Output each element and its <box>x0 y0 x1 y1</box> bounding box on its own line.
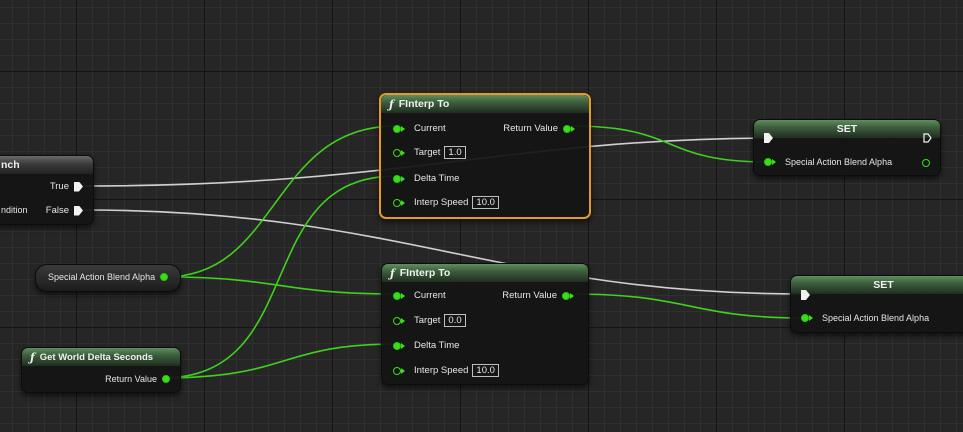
finterp-top-return-label: Return Value <box>503 123 558 134</box>
finterp-bottom-target-input[interactable]: 0.0 <box>444 314 466 327</box>
exec-pin-icon[interactable] <box>74 181 83 192</box>
branch-title: nch <box>1 159 20 171</box>
finterp-top-header: ƒ FInterp To <box>381 95 589 113</box>
wire-var-to-bottom-current <box>164 276 397 295</box>
float-pin-icon[interactable] <box>160 273 169 281</box>
delta-return-row: Return Value <box>105 374 170 384</box>
finterp-bottom-target-row: Target 0.0 <box>393 314 466 327</box>
finterp-top-current-label: Current <box>414 123 446 134</box>
finterp-bottom-title: FInterp To <box>399 267 451 279</box>
wire-delta-to-bottom-delta <box>161 343 397 379</box>
finterp-top-delta-row: Delta Time <box>393 173 459 184</box>
float-pin-icon[interactable] <box>393 341 401 350</box>
delta-header: ƒ Get World Delta Seconds <box>22 348 180 366</box>
finterp-bottom-speed-input[interactable]: 10.0 <box>472 364 499 377</box>
set-bottom-node[interactable]: SET Special Action Blend Alpha <box>790 275 963 333</box>
set-top-header: SET <box>754 120 940 138</box>
float-pin-icon[interactable] <box>393 366 401 375</box>
delta-title: Get World Delta Seconds <box>39 351 154 363</box>
finterp-top-return-row: Return Value <box>503 123 579 134</box>
get-world-delta-seconds-node[interactable]: ƒ Get World Delta Seconds Return Value <box>21 347 181 393</box>
float-pin-icon[interactable] <box>562 291 570 300</box>
branch-false-label: False <box>45 205 69 216</box>
wire-bottom-return-to-set <box>571 293 805 319</box>
finterp-top-speed-input[interactable]: 10.0 <box>472 196 499 209</box>
wire-top-return-to-set <box>571 125 769 163</box>
float-pin-icon[interactable] <box>162 375 170 383</box>
float-pin-icon[interactable] <box>393 291 401 300</box>
finterp-bottom-delta-label: Delta Time <box>414 340 460 351</box>
finterp-top-current-row: Current <box>393 123 446 134</box>
exec-pin-icon[interactable] <box>74 205 83 216</box>
float-pin-icon[interactable] <box>393 174 401 183</box>
float-pin-icon[interactable] <box>393 124 401 133</box>
set-top-node[interactable]: SET Special Action Blend Alpha <box>753 119 941 176</box>
var-get-node[interactable]: Special Action Blend Alpha <box>35 264 181 292</box>
set-bottom-title: SET <box>873 279 894 291</box>
function-f-icon: ƒ <box>30 350 35 364</box>
blueprint-graph[interactable]: nch True ndition False Special Action Bl… <box>0 0 963 432</box>
finterp-top-target-row: Target 1.0 <box>393 146 466 159</box>
wire-delta-to-top-delta <box>161 175 397 379</box>
wire-var-to-top-current <box>164 125 397 278</box>
set-bottom-var-label: Special Action Blend Alpha <box>822 313 930 323</box>
finterp-bottom-return-label: Return Value <box>502 290 557 301</box>
branch-false-row: False <box>46 205 83 216</box>
finterp-bottom-delta-row: Delta Time <box>393 340 459 351</box>
finterp-top-target-label: Target <box>414 147 441 158</box>
branch-true-row: True <box>50 181 83 192</box>
set-top-var-label: Special Action Blend Alpha <box>785 157 893 167</box>
set-top-var-row: Special Action Blend Alpha <box>764 157 892 167</box>
float-pin-icon[interactable] <box>393 148 401 157</box>
set-top-title: SET <box>836 123 858 135</box>
float-pin-icon[interactable] <box>393 316 401 325</box>
branch-node[interactable]: nch True ndition False <box>0 155 94 225</box>
branch-condition-label: ndition <box>1 205 28 215</box>
finterp-bottom-speed-label: Interp Speed <box>414 365 469 376</box>
branch-condition-row: ndition <box>1 205 28 215</box>
finterp-top-title: FInterp To <box>398 98 450 110</box>
set-bottom-var-row: Special Action Blend Alpha <box>801 313 929 323</box>
set-bottom-header: SET <box>791 276 963 294</box>
finterp-bottom-return-row: Return Value <box>502 290 578 301</box>
exec-out-pin-icon[interactable] <box>923 133 932 143</box>
float-pin-icon[interactable] <box>563 124 571 133</box>
branch-header: nch <box>0 156 93 174</box>
finterp-bottom-target-label: Target <box>414 315 441 326</box>
float-pin-icon[interactable] <box>922 159 930 167</box>
finterp-bottom-node[interactable]: ƒ FInterp To Current Return Value Target… <box>381 263 589 385</box>
function-f-icon: ƒ <box>389 97 394 111</box>
finterp-top-speed-row: Interp Speed 10.0 <box>393 196 499 209</box>
branch-true-label: True <box>49 181 69 192</box>
var-get-row: Special Action Blend Alpha <box>48 272 169 282</box>
finterp-bottom-current-label: Current <box>414 290 446 301</box>
finterp-top-target-input[interactable]: 1.0 <box>444 146 466 159</box>
finterp-top-delta-label: Delta Time <box>414 173 460 184</box>
finterp-bottom-header: ƒ FInterp To <box>382 264 588 282</box>
finterp-top-speed-label: Interp Speed <box>414 197 469 208</box>
float-pin-icon[interactable] <box>393 198 401 207</box>
function-f-icon: ƒ <box>390 266 395 280</box>
finterp-top-node[interactable]: ƒ FInterp To Current Return Value Target… <box>379 93 591 219</box>
finterp-bottom-current-row: Current <box>393 290 446 301</box>
float-pin-icon[interactable] <box>764 158 772 166</box>
finterp-bottom-speed-row: Interp Speed 10.0 <box>393 364 499 377</box>
var-get-label: Special Action Blend Alpha <box>48 272 156 282</box>
float-pin-icon[interactable] <box>801 314 809 322</box>
delta-return-label: Return Value <box>105 374 157 384</box>
